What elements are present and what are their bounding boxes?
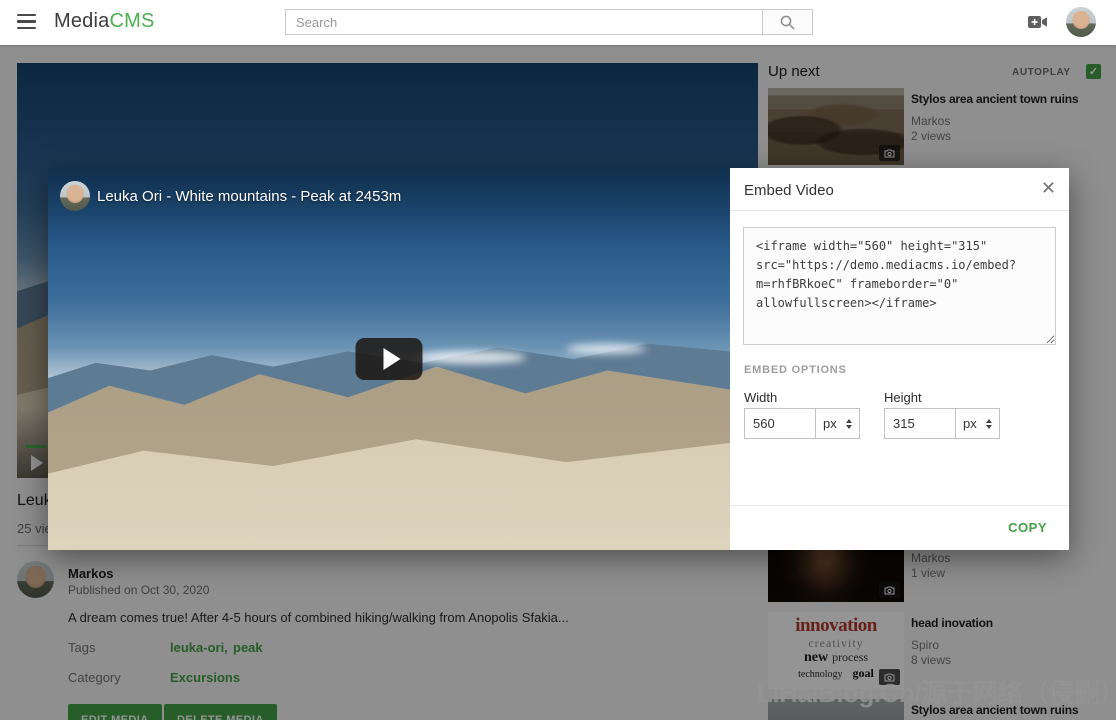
mediacms-app: MediaCMS Leuk xyxy=(0,0,1116,720)
cloud xyxy=(566,343,647,354)
unit-value: px xyxy=(963,416,977,431)
width-label: Width xyxy=(744,390,778,405)
height-field: px xyxy=(884,408,1000,439)
play-button[interactable] xyxy=(355,338,423,380)
close-icon[interactable]: ✕ xyxy=(1041,177,1056,199)
top-header: MediaCMS xyxy=(0,0,1116,45)
user-avatar[interactable] xyxy=(1066,7,1096,37)
preview-author-avatar[interactable] xyxy=(60,181,90,211)
watermark-text: LiHaiBlog.Cn/源于网络（侵删） xyxy=(757,678,1116,708)
search-input[interactable] xyxy=(285,9,763,35)
upload-video-button[interactable] xyxy=(1028,15,1048,34)
unit-value: px xyxy=(823,416,837,431)
embed-options-panel: Embed Video ✕ <iframe width="560" height… xyxy=(730,168,1069,550)
copy-button[interactable]: COPY xyxy=(1002,519,1053,536)
mediacms-logo[interactable]: MediaCMS xyxy=(54,10,155,33)
height-input[interactable] xyxy=(884,408,956,439)
stepper-icon xyxy=(846,418,852,429)
width-input[interactable] xyxy=(744,408,816,439)
embed-preview-player[interactable]: Leuka Ori - White mountains - Peak at 24… xyxy=(48,168,730,550)
search-button[interactable] xyxy=(763,9,813,35)
search-bar xyxy=(285,9,813,35)
hamburger-menu-icon[interactable] xyxy=(17,14,36,29)
modal-title: Embed Video xyxy=(744,182,834,199)
embed-video-modal: Leuka Ori - White mountains - Peak at 24… xyxy=(48,168,1069,550)
width-unit-select[interactable]: px xyxy=(816,408,860,439)
preview-video-title: Leuka Ori - White mountains - Peak at 24… xyxy=(97,188,402,205)
stepper-icon xyxy=(986,418,992,429)
logo-text-media: Media xyxy=(54,10,110,32)
height-unit-select[interactable]: px xyxy=(956,408,1000,439)
embed-options-label: EMBED OPTIONS xyxy=(744,364,847,376)
embed-code-textarea[interactable]: <iframe width="560" height="315" src="ht… xyxy=(743,227,1056,345)
logo-text-cms: CMS xyxy=(109,10,155,32)
divider xyxy=(730,505,1069,506)
videocam-plus-icon xyxy=(1028,16,1047,28)
divider xyxy=(730,210,1069,211)
search-icon xyxy=(780,15,795,30)
height-label: Height xyxy=(884,390,922,405)
width-field: px xyxy=(744,408,860,439)
